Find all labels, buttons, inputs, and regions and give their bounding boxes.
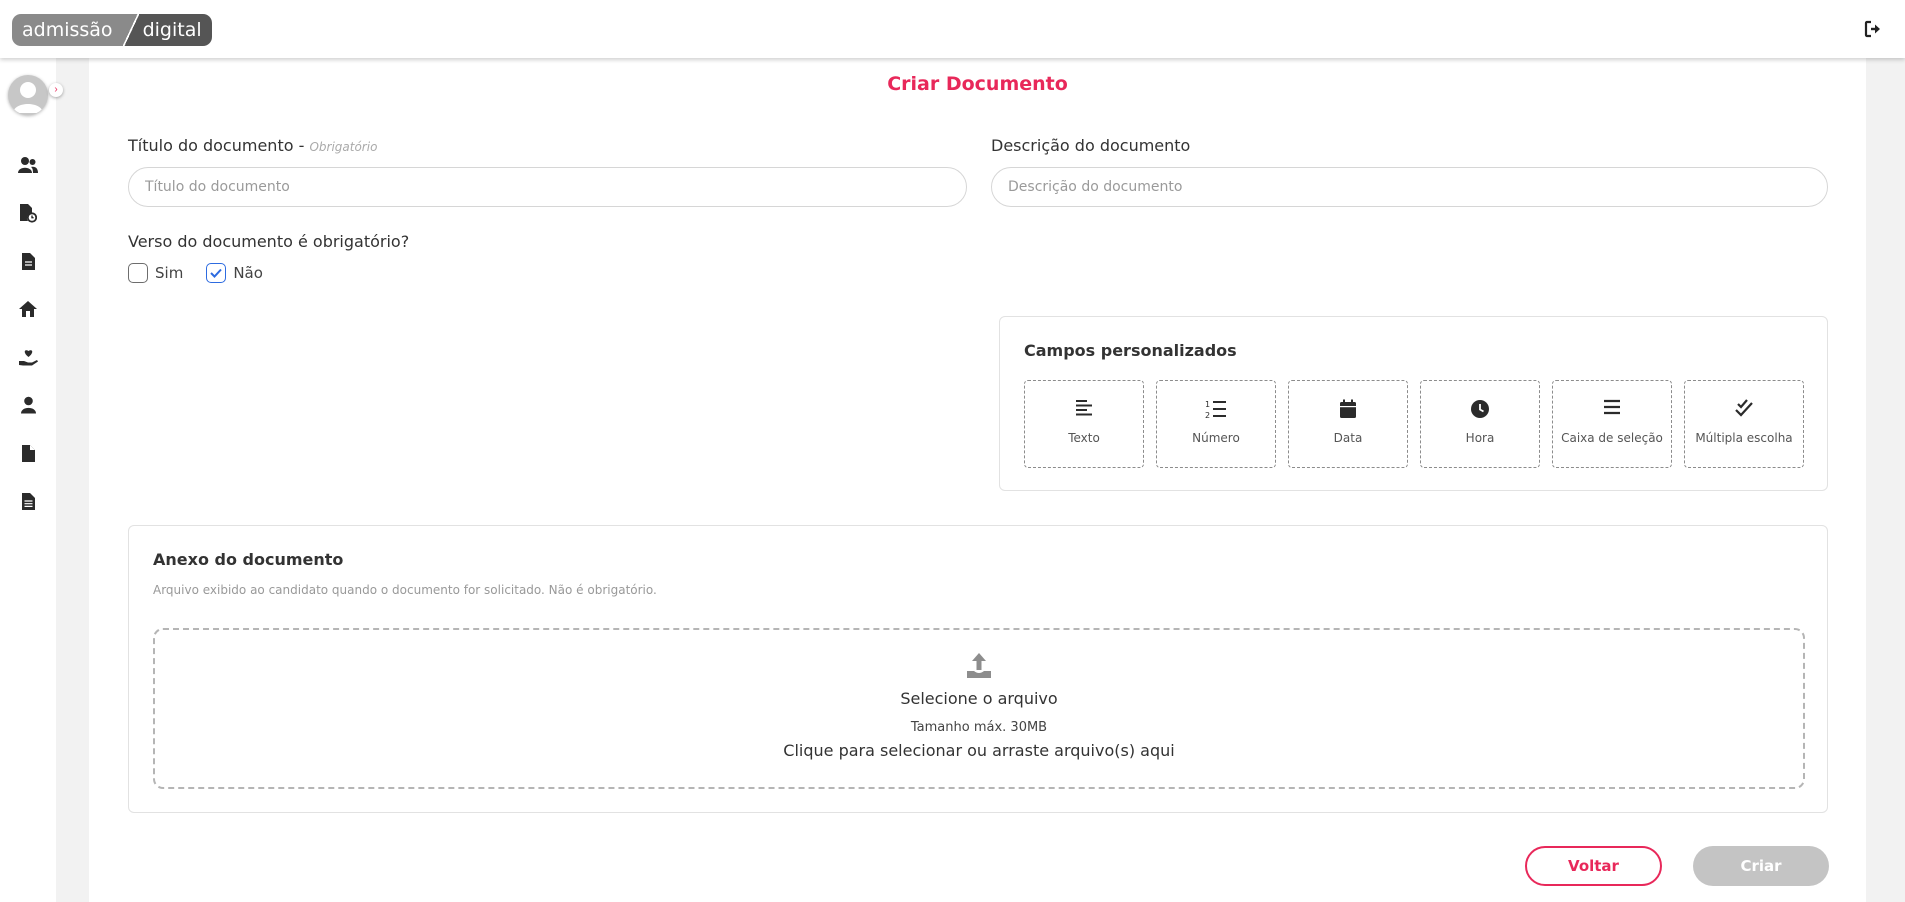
custom-fields-title: Campos personalizados bbox=[1024, 341, 1237, 360]
create-document-card: Criar Documento Título do documento - Ob… bbox=[89, 58, 1866, 902]
field-type-label: Hora bbox=[1465, 431, 1495, 445]
sign-out-icon[interactable] bbox=[1863, 19, 1883, 39]
user-icon bbox=[20, 396, 36, 414]
field-type-number[interactable]: 1 2 Número bbox=[1156, 380, 1276, 468]
list-ol-icon: 1 2 bbox=[1157, 399, 1275, 421]
file-clock-icon bbox=[20, 204, 37, 223]
file-dropzone[interactable]: Selecione o arquivo Tamanho máx. 30MB Cl… bbox=[153, 628, 1805, 789]
file-icon bbox=[21, 444, 35, 462]
required-hint: Obrigatório bbox=[309, 140, 378, 154]
document-title-input[interactable] bbox=[128, 167, 967, 207]
field-type-label: Múltipla escolha bbox=[1695, 431, 1793, 445]
checkbox-yes[interactable] bbox=[128, 263, 148, 283]
field-type-text[interactable]: Texto bbox=[1024, 380, 1144, 468]
field-type-select[interactable]: Caixa de seleção bbox=[1552, 380, 1672, 468]
upload-icon bbox=[155, 652, 1803, 680]
back-required-options: Sim Não bbox=[128, 263, 286, 283]
attachment-panel: Anexo do documento Arquivo exibido ao ca… bbox=[128, 525, 1828, 813]
sidebar-item-benefits[interactable] bbox=[16, 345, 40, 369]
chevron-right-icon[interactable]: › bbox=[49, 83, 63, 97]
clock-icon bbox=[1421, 399, 1539, 421]
double-check-icon bbox=[1685, 399, 1803, 421]
attachment-description: Arquivo exibido ao candidato quando o do… bbox=[153, 583, 657, 597]
dropzone-hint: Clique para selecionar ou arraste arquiv… bbox=[783, 741, 1175, 760]
back-required-question: Verso do documento é obrigatório? bbox=[128, 232, 410, 251]
page-title: Criar Documento bbox=[887, 73, 1068, 95]
field-type-label: Texto bbox=[1068, 431, 1100, 445]
logo-separator bbox=[122, 14, 139, 46]
field-type-label: Caixa de seleção bbox=[1561, 431, 1663, 445]
document-description-label: Descrição do documento bbox=[991, 136, 1191, 155]
field-type-time[interactable]: Hora bbox=[1420, 380, 1540, 468]
top-bar: admissão digital bbox=[0, 0, 1905, 58]
sidebar-item-reports[interactable] bbox=[16, 489, 40, 513]
home-icon bbox=[19, 301, 37, 317]
check-icon bbox=[210, 268, 223, 278]
menu-lines-icon bbox=[1553, 399, 1671, 421]
app-logo[interactable]: admissão digital bbox=[12, 14, 212, 46]
sidebar: › bbox=[0, 58, 63, 902]
file-text-icon bbox=[21, 252, 35, 270]
dropzone-max-size: Tamanho máx. 30MB bbox=[910, 720, 1048, 735]
calendar-icon bbox=[1289, 399, 1407, 421]
field-type-date[interactable]: Data bbox=[1288, 380, 1408, 468]
sidebar-item-home[interactable] bbox=[16, 297, 40, 321]
document-title-label: Título do documento - Obrigatório bbox=[128, 136, 377, 155]
field-type-multiple-choice[interactable]: Múltipla escolha bbox=[1684, 380, 1804, 468]
attachment-title: Anexo do documento bbox=[153, 550, 344, 569]
checkbox-no-label: Não bbox=[233, 264, 263, 282]
svg-text:1: 1 bbox=[1205, 400, 1210, 409]
sidebar-item-files[interactable] bbox=[16, 441, 40, 465]
create-button[interactable]: Criar bbox=[1693, 846, 1829, 886]
sidebar-item-documents[interactable] bbox=[16, 249, 40, 273]
svg-text:2: 2 bbox=[1205, 411, 1210, 419]
back-button[interactable]: Voltar bbox=[1525, 846, 1662, 886]
hand-heart-icon bbox=[18, 349, 38, 365]
users-icon bbox=[18, 157, 38, 173]
logo-part-2: digital bbox=[138, 14, 212, 46]
align-left-icon bbox=[1025, 399, 1143, 421]
logo-part-1: admissão bbox=[12, 14, 123, 46]
user-avatar-icon[interactable] bbox=[8, 75, 48, 115]
document-description-input[interactable] bbox=[991, 167, 1828, 207]
file-list-icon bbox=[21, 492, 35, 510]
checkbox-yes-label: Sim bbox=[155, 264, 184, 282]
sidebar-item-pending-docs[interactable] bbox=[16, 201, 40, 225]
custom-fields-panel: Campos personalizados Texto 1 2 Número D… bbox=[999, 316, 1828, 491]
sidebar-item-profile[interactable] bbox=[16, 393, 40, 417]
field-type-label: Número bbox=[1192, 431, 1240, 445]
dropzone-title: Selecione o arquivo bbox=[900, 689, 1058, 708]
sidebar-item-users[interactable] bbox=[16, 153, 40, 177]
checkbox-no[interactable] bbox=[206, 263, 227, 283]
document-title-label-text: Título do documento - bbox=[128, 136, 310, 155]
field-type-label: Data bbox=[1333, 431, 1363, 445]
